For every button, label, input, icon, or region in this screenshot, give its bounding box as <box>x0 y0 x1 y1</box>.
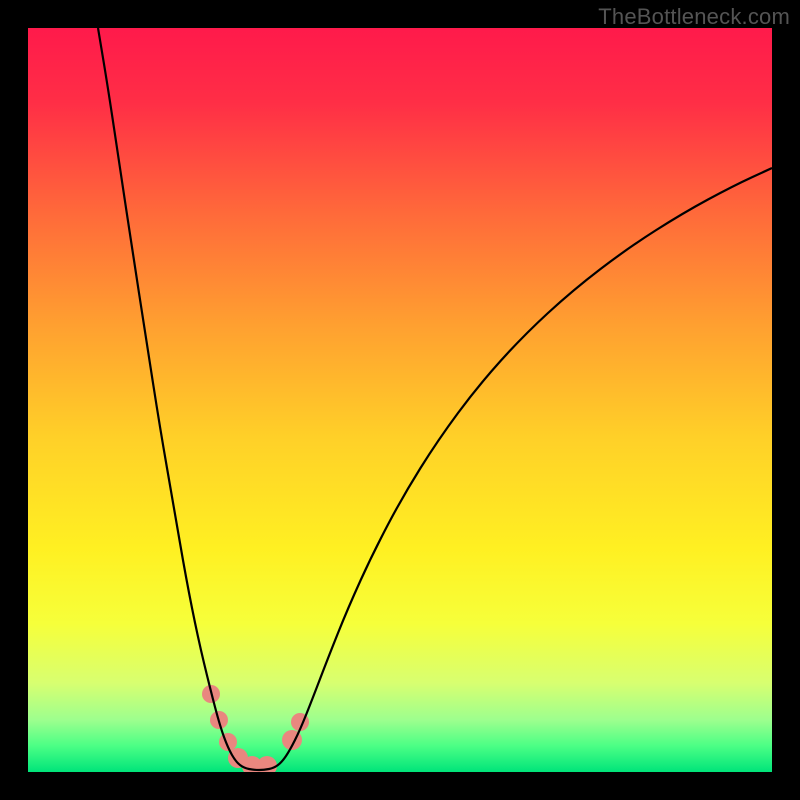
chart-frame: TheBottleneck.com <box>0 0 800 800</box>
plot-area <box>28 28 772 772</box>
chart-svg <box>28 28 772 772</box>
watermark-text: TheBottleneck.com <box>598 4 790 30</box>
gradient-background <box>28 28 772 772</box>
